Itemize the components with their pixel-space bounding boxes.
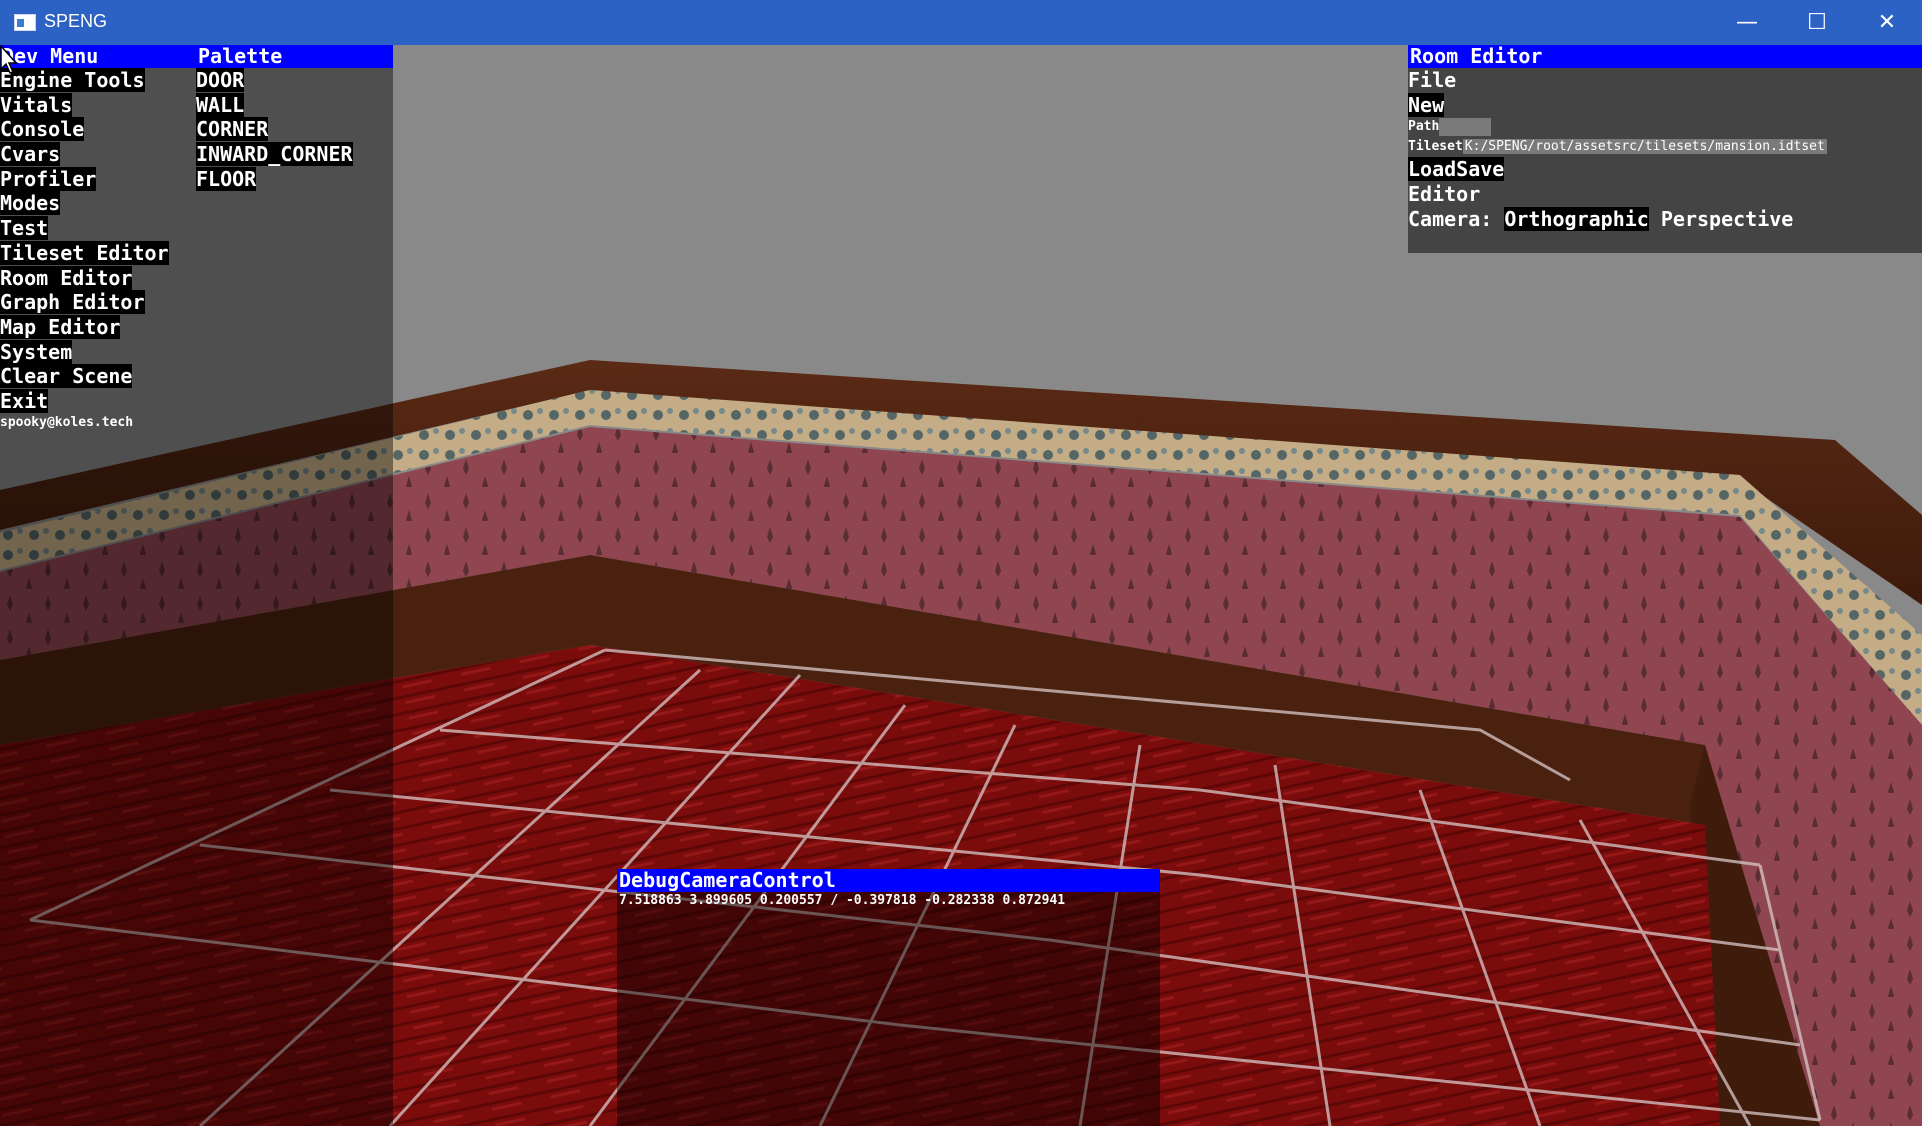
title-bar: SPENG — ☐ ✕: [0, 0, 1922, 45]
dev-menu-list: Engine Tools Vitals Console Cvars Profil…: [0, 68, 169, 432]
menu-item-room-editor[interactable]: Room Editor: [0, 265, 169, 291]
file-menu[interactable]: File: [1408, 68, 1922, 93]
room-editor-panel: Room Editor File New Path Tileset K:/SPEN…: [1408, 45, 1922, 231]
camera-perspective-option[interactable]: Perspective: [1661, 207, 1793, 231]
tileset-row: Tileset K:/SPENG/root/assetsrc/tilesets/m…: [1408, 137, 1922, 157]
menu-item-profiler[interactable]: Profiler: [0, 166, 169, 192]
menu-item-cvars[interactable]: Cvars: [0, 142, 169, 167]
menu-item-system[interactable]: System: [0, 339, 169, 365]
menu-item-modes[interactable]: Modes: [0, 191, 169, 216]
path-row: Path: [1408, 117, 1922, 137]
menu-item-console[interactable]: Console: [0, 117, 169, 142]
camera-label: Camera:: [1408, 206, 1493, 231]
menu-item-graph-editor[interactable]: Graph Editor: [0, 290, 169, 315]
palette-panel: Palette DOOR WALL CORNER INWARD_CORNER F…: [196, 45, 393, 191]
path-input[interactable]: [1439, 117, 1492, 136]
path-label: Path: [1408, 119, 1440, 135]
palette-item-floor[interactable]: FLOOR: [196, 166, 393, 192]
palette-item-door[interactable]: DOOR: [196, 68, 393, 93]
save-button[interactable]: Save: [1456, 157, 1505, 182]
new-button[interactable]: New: [1408, 92, 1922, 118]
menu-item-clear-scene[interactable]: Clear Scene: [0, 364, 169, 389]
room-editor-header: Room Editor: [1408, 45, 1922, 68]
app-window-icon: [14, 14, 36, 31]
window-title: SPENG: [44, 11, 108, 31]
palette-header: Palette: [196, 45, 393, 68]
debug-camera-values: 7.518863 3.899605 0.200557 / -0.397818 -…: [619, 893, 1066, 908]
close-button[interactable]: ✕: [1852, 0, 1922, 45]
camera-row: Camera: Orthographic Perspective: [1408, 206, 1922, 232]
palette-item-inward-corner[interactable]: INWARD_CORNER: [196, 142, 393, 167]
tileset-input[interactable]: K:/SPENG/root/assetsrc/tilesets/mansion.…: [1462, 139, 1827, 155]
load-save-row: LoadSave: [1408, 157, 1922, 182]
maximize-button[interactable]: ☐: [1782, 0, 1852, 45]
menu-item-vitals[interactable]: Vitals: [0, 92, 169, 118]
editor-section-label: Editor: [1408, 182, 1481, 207]
menu-item-tileset-editor[interactable]: Tileset Editor: [0, 240, 169, 266]
debug-camera-header: DebugCameraControl: [617, 869, 1160, 892]
load-button[interactable]: Load: [1408, 157, 1457, 182]
menu-item-engine-tools[interactable]: Engine Tools: [0, 68, 169, 93]
menu-item-map-editor[interactable]: Map Editor: [0, 314, 169, 340]
camera-orthographic-option[interactable]: Orthographic: [1504, 206, 1649, 231]
palette-item-wall[interactable]: WALL: [196, 92, 393, 118]
minimize-button[interactable]: —: [1712, 0, 1782, 45]
menu-item-test[interactable]: Test: [0, 216, 169, 241]
mouse-cursor-icon: [0, 45, 18, 74]
palette-item-corner[interactable]: CORNER: [196, 117, 393, 142]
viewport-3d[interactable]: Dev Menu Engine Tools Vitals Console Cva…: [0, 45, 1922, 1126]
menu-item-exit[interactable]: Exit: [0, 388, 169, 414]
user-email: spooky@koles.tech: [0, 414, 134, 430]
debug-camera-panel: DebugCameraControl 7.518863 3.899605 0.2…: [617, 869, 1160, 910]
tileset-label: Tileset: [1408, 139, 1463, 155]
